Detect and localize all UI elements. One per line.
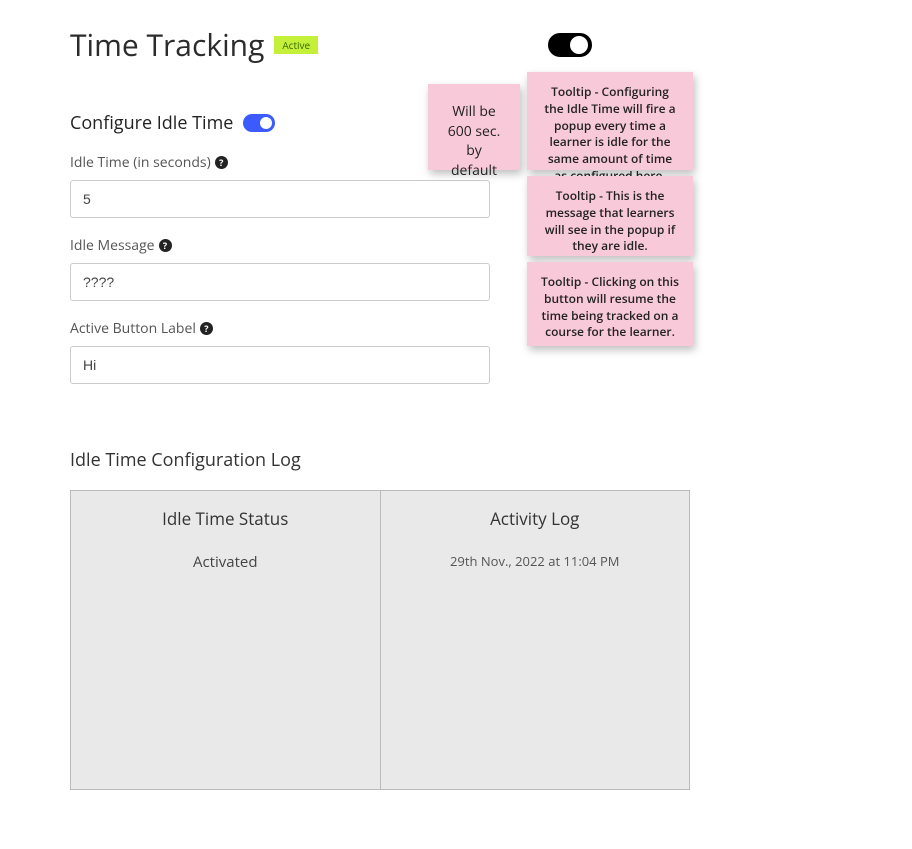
idle-time-label: Idle Time (in seconds) bbox=[70, 153, 211, 172]
toggle-knob-icon bbox=[570, 36, 588, 54]
log-activity-header: Activity Log bbox=[381, 507, 690, 530]
active-button-label-input[interactable] bbox=[70, 346, 490, 384]
note-tooltip-idle-message: Tooltip - This is the message that learn… bbox=[527, 176, 693, 256]
note-tooltip-active-button: Tooltip - Clicking on this button will r… bbox=[527, 262, 693, 346]
help-icon[interactable]: ? bbox=[159, 239, 172, 252]
configure-idle-time-heading: Configure Idle Time bbox=[70, 111, 233, 135]
status-badge: Active bbox=[274, 36, 318, 54]
idle-time-input[interactable] bbox=[70, 180, 490, 218]
log-status-header: Idle Time Status bbox=[71, 507, 380, 530]
help-icon[interactable]: ? bbox=[215, 156, 228, 169]
log-table: Idle Time Status Activated Activity Log … bbox=[70, 490, 690, 790]
help-icon[interactable]: ? bbox=[200, 322, 213, 335]
idle-message-input[interactable] bbox=[70, 263, 490, 301]
configure-idle-time-toggle[interactable] bbox=[243, 114, 275, 132]
log-status-value: Activated bbox=[71, 552, 380, 572]
log-activity-value: 29th Nov., 2022 at 11:04 PM bbox=[381, 552, 690, 570]
idle-time-log-heading: Idle Time Configuration Log bbox=[70, 448, 852, 472]
active-button-label-label: Active Button Label bbox=[70, 319, 196, 338]
note-tooltip-idle-time: Tooltip - Configuring the Idle Time will… bbox=[527, 72, 693, 170]
page-title: Time Tracking bbox=[70, 24, 264, 65]
time-tracking-toggle[interactable] bbox=[548, 33, 592, 57]
toggle-knob-icon bbox=[260, 117, 272, 129]
note-default-hint: Will be 600 sec. by default bbox=[428, 84, 520, 170]
idle-message-label: Idle Message bbox=[70, 236, 155, 255]
